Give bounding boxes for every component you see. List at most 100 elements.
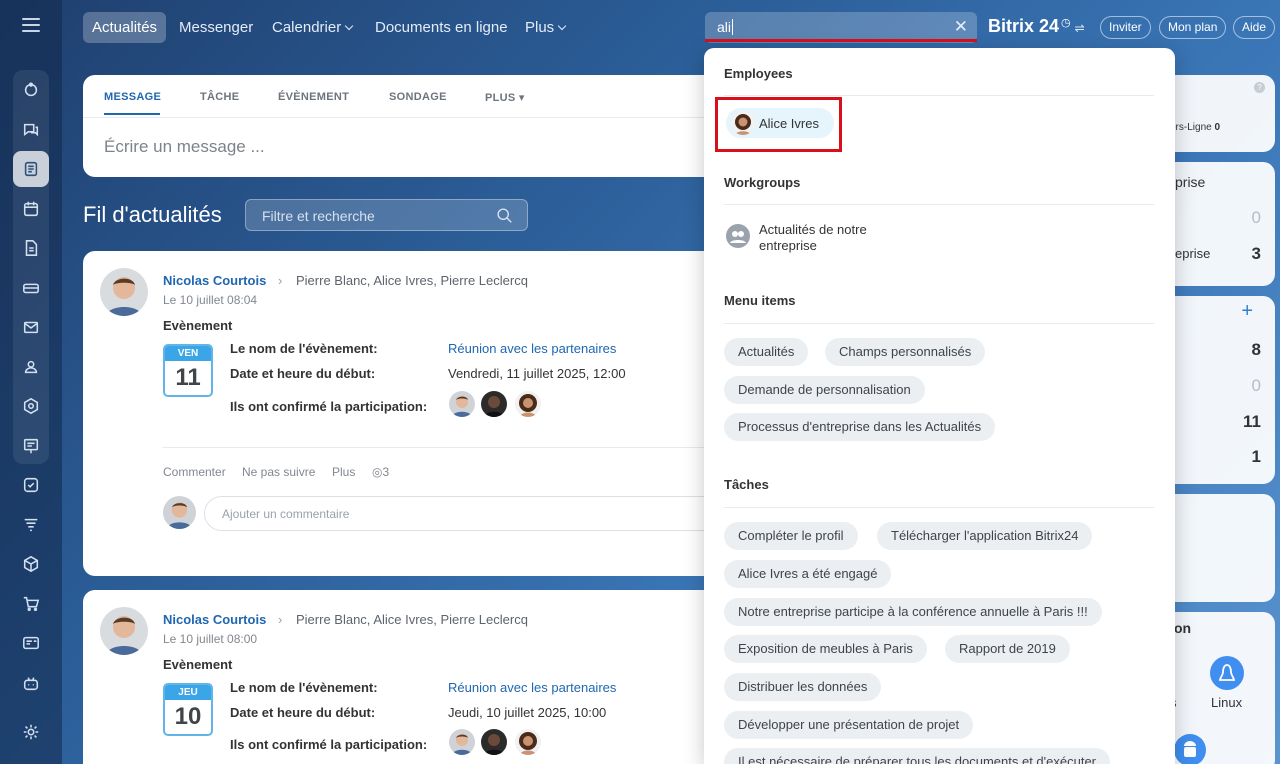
views-count[interactable]: ◎3 xyxy=(372,465,389,479)
apps-title: on xyxy=(1174,620,1192,636)
processes-title: prise xyxy=(1175,174,1206,190)
android-icon[interactable] xyxy=(1174,734,1206,764)
task-count[interactable]: 8 xyxy=(1252,340,1261,360)
menu-icon[interactable] xyxy=(22,18,40,32)
avatar[interactable] xyxy=(449,729,475,755)
nav-messenger[interactable]: Messenger xyxy=(170,12,262,43)
workgroup-result[interactable]: Actualités de notre entreprise xyxy=(759,222,899,254)
task-result[interactable]: Il est nécessaire de préparer tous les d… xyxy=(724,748,1111,764)
feed-post: Nicolas Courtois › Pierre Blanc, Alice I… xyxy=(83,251,734,576)
recipients[interactable]: Pierre Blanc, Alice Ivres, Pierre Lecler… xyxy=(296,273,528,288)
avatar[interactable] xyxy=(163,496,196,529)
eye-icon: ◎ xyxy=(372,465,383,479)
task-result[interactable]: Exposition de meubles à Paris xyxy=(724,635,927,663)
add-icon[interactable]: + xyxy=(1241,300,1253,323)
rail-calendar-icon[interactable] xyxy=(13,191,49,227)
rail-bot-icon[interactable] xyxy=(13,665,49,701)
event-name-link[interactable]: Réunion avec les partenaires xyxy=(448,341,616,356)
task-count[interactable]: 11 xyxy=(1243,412,1261,432)
clear-search-icon[interactable]: ✕ xyxy=(954,17,968,37)
event-name-label: Le nom de l'évènement: xyxy=(230,680,378,695)
more-link[interactable]: Plus xyxy=(332,465,355,479)
rail-drive-icon[interactable] xyxy=(13,270,49,306)
rail-activity-icon[interactable] xyxy=(13,72,49,108)
event-name-link[interactable]: Réunion avec les partenaires xyxy=(448,680,616,695)
linux-label[interactable]: Linux xyxy=(1211,695,1242,710)
chevron-down-icon xyxy=(557,21,567,31)
menu-item-result[interactable]: Processus d'entreprise dans les Actualit… xyxy=(724,413,996,441)
my-plan-button[interactable]: Mon plan xyxy=(1159,16,1227,39)
rail-funnel-icon[interactable] xyxy=(13,507,49,543)
help-icon[interactable]: ? xyxy=(1254,82,1265,93)
menu-item-result[interactable]: Actualités xyxy=(724,338,809,366)
recipients[interactable]: Pierre Blanc, Alice Ivres, Pierre Lecler… xyxy=(296,612,528,627)
avatar[interactable] xyxy=(481,729,507,755)
filter-search-input[interactable]: Filtre et recherche xyxy=(245,199,528,231)
tab-plus[interactable]: PLUS ▾ xyxy=(485,91,525,104)
task-count[interactable]: 1 xyxy=(1252,447,1261,467)
nav-documents[interactable]: Documents en ligne xyxy=(366,12,517,43)
rail-tasks-icon[interactable] xyxy=(13,467,49,503)
rail-box-icon[interactable] xyxy=(13,546,49,582)
post-type: Evènement xyxy=(163,657,233,672)
menu-item-result[interactable]: Champs personnalisés xyxy=(825,338,986,366)
tab-sondage[interactable]: SONDAGE xyxy=(389,91,447,103)
help-button[interactable]: Aide xyxy=(1233,16,1276,39)
rail-groups-icon[interactable] xyxy=(13,388,49,424)
author-name[interactable]: Nicolas Courtois xyxy=(163,612,266,627)
avatar[interactable] xyxy=(449,391,475,417)
rail-board-icon[interactable] xyxy=(13,428,49,464)
post-date[interactable]: Le 10 juillet 08:00 xyxy=(163,632,257,646)
rail-sites-icon[interactable] xyxy=(13,625,49,661)
brand-logo[interactable]: Bitrix 24 ◷ ⇌ xyxy=(988,16,1085,37)
event-name-label: Le nom de l'évènement: xyxy=(230,341,378,356)
invite-button[interactable]: Inviter xyxy=(1100,16,1151,39)
tab-evenement[interactable]: ÉVÈNEMENT xyxy=(278,91,349,103)
nav-actualites[interactable]: Actualités xyxy=(83,12,167,43)
toggle-icon[interactable]: ⇌ xyxy=(1075,21,1085,35)
tab-message[interactable]: MESSAGE xyxy=(104,91,161,103)
unfollow-link[interactable]: Ne pas suivre xyxy=(242,465,315,479)
comment-link[interactable]: Commenter xyxy=(163,465,226,479)
avatar[interactable] xyxy=(481,391,507,417)
post-date[interactable]: Le 10 juillet 08:04 xyxy=(163,293,257,307)
tab-tache[interactable]: TÂCHE xyxy=(200,91,239,103)
task-count[interactable]: 0 xyxy=(1252,376,1261,396)
clock-icon: ◷ xyxy=(1061,17,1071,29)
task-result[interactable]: Distribuer les données xyxy=(724,673,882,701)
rail-mail-icon[interactable] xyxy=(13,309,49,345)
apps-card: on s Linux xyxy=(1160,612,1275,764)
menu-item-result[interactable]: Demande de personnalisation xyxy=(724,376,925,404)
message-input[interactable]: Écrire un message ... xyxy=(104,137,265,157)
calendar-badge: JEU 10 xyxy=(163,683,213,736)
comment-input[interactable]: Ajouter un commentaire xyxy=(204,496,734,531)
cal-day: JEU xyxy=(165,685,211,700)
linux-icon[interactable] xyxy=(1210,656,1244,690)
task-result[interactable]: Notre entreprise participe à la conféren… xyxy=(724,598,1102,626)
confirmed-label: Ils ont confirmé la participation: xyxy=(230,737,428,752)
feed-post: Nicolas Courtois › Pierre Blanc, Alice I… xyxy=(83,590,723,764)
group-icon[interactable] xyxy=(726,224,750,248)
nav-calendrier[interactable]: Calendrier xyxy=(263,12,361,43)
task-result[interactable]: Alice Ivres a été engagé xyxy=(724,560,892,588)
author-name[interactable]: Nicolas Courtois xyxy=(163,273,266,288)
rail-docs-icon[interactable] xyxy=(13,230,49,266)
nav-plus[interactable]: Plus xyxy=(516,12,574,43)
search-icon[interactable] xyxy=(496,207,513,224)
task-result[interactable]: Rapport de 2019 xyxy=(945,635,1070,663)
task-result[interactable]: Compléter le profil xyxy=(724,522,858,550)
avatar[interactable] xyxy=(100,268,148,316)
rail-chat-icon[interactable] xyxy=(13,112,49,148)
rail-employees-icon[interactable] xyxy=(13,349,49,385)
avatar[interactable] xyxy=(515,729,541,755)
task-result[interactable]: Télécharger l'application Bitrix24 xyxy=(877,522,1093,550)
processes-count: 3 xyxy=(1251,244,1261,263)
divider xyxy=(724,95,1154,96)
rail-feed-icon[interactable] xyxy=(13,151,49,187)
rail-settings-icon[interactable] xyxy=(13,714,49,750)
task-result[interactable]: Développer une présentation de projet xyxy=(724,711,974,739)
processes-label[interactable]: eprise xyxy=(1175,246,1210,261)
avatar[interactable] xyxy=(100,607,148,655)
rail-cart-icon[interactable] xyxy=(13,586,49,622)
avatar[interactable] xyxy=(515,391,541,417)
